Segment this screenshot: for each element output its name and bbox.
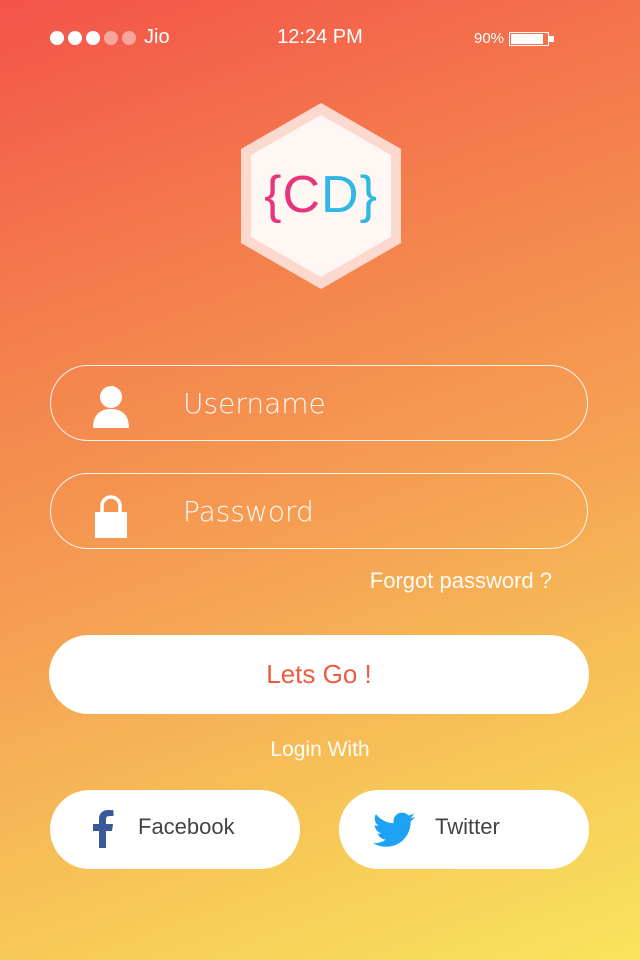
battery-percent: 90% (474, 30, 505, 47)
facebook-login-button[interactable]: Facebook (50, 790, 300, 869)
logo-letter-c: C (282, 166, 321, 224)
facebook-icon (93, 810, 114, 848)
status-bar: Jio 12:24 PM 90% (0, 0, 640, 76)
battery-tip (549, 36, 554, 42)
username-field[interactable] (50, 365, 588, 441)
battery-fill (511, 34, 544, 44)
password-input[interactable] (183, 488, 563, 534)
lock-icon (95, 495, 127, 538)
login-with-heading: Login With (270, 738, 370, 761)
password-field[interactable] (50, 473, 588, 549)
logo-letter-d: D (321, 166, 360, 224)
facebook-label: Facebook (138, 814, 235, 839)
forgot-password-link[interactable]: Forgot password ? (370, 568, 552, 594)
user-icon (93, 386, 129, 428)
logo-close-brace: } (359, 166, 378, 224)
twitter-label: Twitter (435, 814, 500, 839)
logo-open-brace: { (264, 166, 283, 224)
twitter-icon (373, 812, 415, 847)
lets-go-button[interactable]: Lets Go ! (49, 635, 589, 714)
battery-icon (509, 32, 549, 46)
twitter-login-button[interactable]: Twitter (339, 790, 589, 869)
logo-text: {CD} (238, 162, 404, 228)
username-input[interactable] (183, 380, 563, 426)
